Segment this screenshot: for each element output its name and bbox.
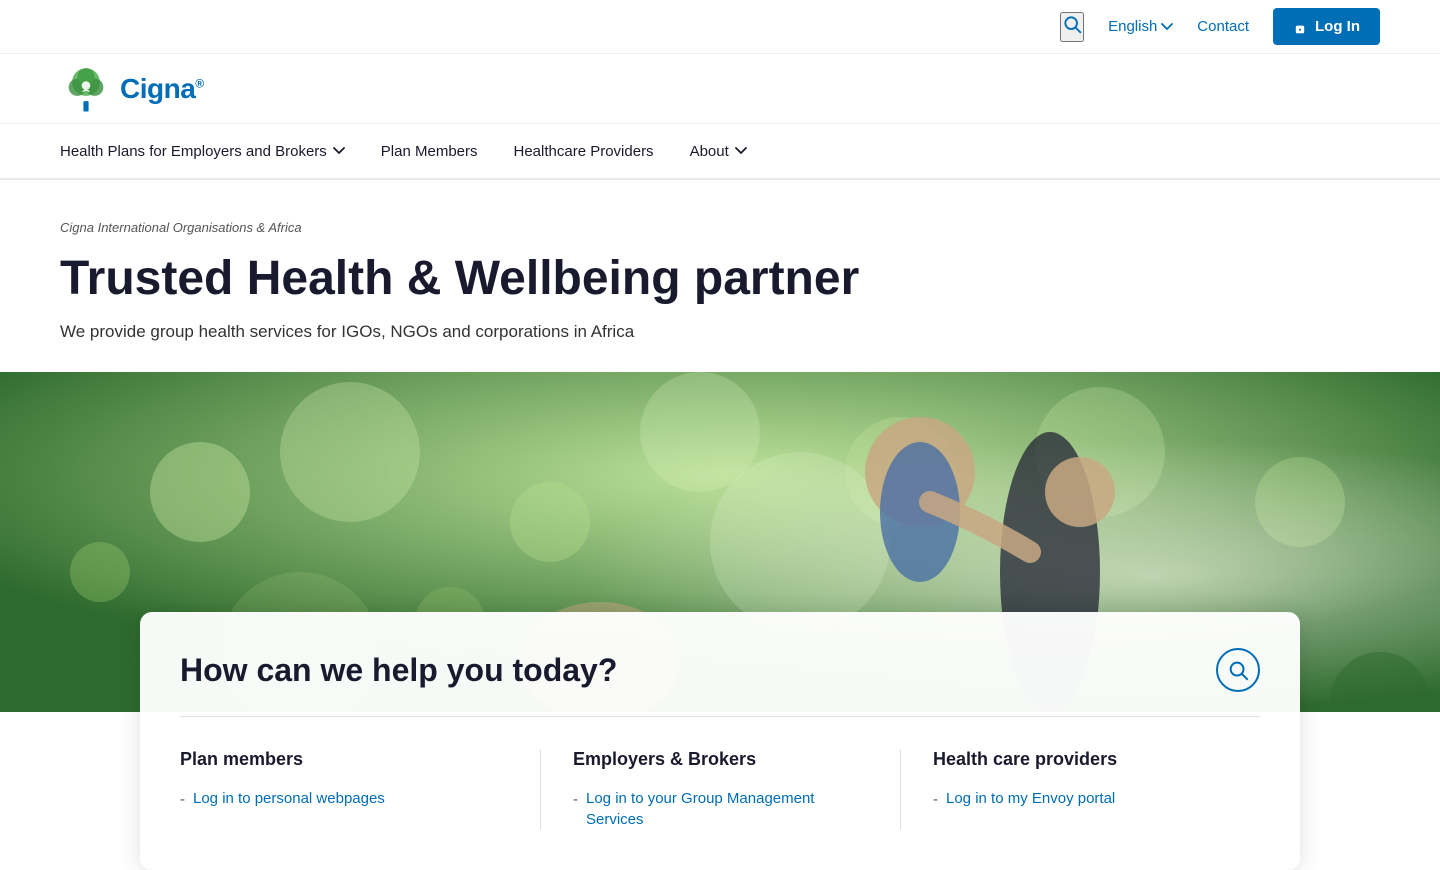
search-card-header: How can we help you today? xyxy=(180,648,1260,717)
cigna-logo-icon xyxy=(60,63,112,115)
search-card-icon-button[interactable] xyxy=(1216,648,1260,692)
breadcrumb: Cigna International Organisations & Afri… xyxy=(60,220,1380,235)
contact-link[interactable]: Contact xyxy=(1197,18,1249,35)
link-login-group-label: Log in to your Group Management Services xyxy=(586,788,868,830)
chevron-down-icon xyxy=(1161,23,1173,31)
search-button[interactable] xyxy=(1060,12,1084,42)
logo-text-area: Cigna® xyxy=(120,73,204,105)
logo-link[interactable]: Cigna® xyxy=(60,63,1380,115)
link-login-envoy-label: Log in to my Envoy portal xyxy=(946,788,1115,809)
site-header: Cigna® xyxy=(0,54,1440,124)
search-icon xyxy=(1227,659,1249,681)
login-label: Log In xyxy=(1315,18,1360,35)
nav-label-health-plans: Health Plans for Employers and Brokers xyxy=(60,143,327,160)
hero-text-section: Cigna International Organisations & Afri… xyxy=(0,180,1440,372)
nav-item-about[interactable]: About xyxy=(672,124,765,178)
help-cards-row: Plan members - Log in to personal webpag… xyxy=(180,749,1260,830)
link-login-personal-label: Log in to personal webpages xyxy=(193,788,385,809)
nav-item-plan-members[interactable]: Plan Members xyxy=(363,124,496,178)
card-plan-members-title: Plan members xyxy=(180,749,508,770)
search-card: How can we help you today? Plan members … xyxy=(140,612,1300,870)
card-employers-brokers-title: Employers & Brokers xyxy=(573,749,868,770)
chevron-down-icon xyxy=(735,147,747,155)
nav-label-plan-members: Plan Members xyxy=(381,143,478,160)
nav-label-healthcare-providers: Healthcare Providers xyxy=(514,143,654,160)
nav-item-healthcare-providers[interactable]: Healthcare Providers xyxy=(496,124,672,178)
lock-icon xyxy=(1293,20,1307,34)
nav-label-about: About xyxy=(690,143,729,160)
login-button[interactable]: Log In xyxy=(1273,8,1380,45)
chevron-down-icon xyxy=(333,147,345,155)
top-bar: English Contact Log In xyxy=(0,0,1440,54)
card-health-care-providers-title: Health care providers xyxy=(933,749,1228,770)
card-employers-brokers: Employers & Brokers - Log in to your Gro… xyxy=(540,749,900,830)
main-navigation: Health Plans for Employers and Brokers P… xyxy=(0,124,1440,180)
language-label: English xyxy=(1108,18,1157,35)
link-login-personal[interactable]: - Log in to personal webpages xyxy=(180,788,508,810)
language-button[interactable]: English xyxy=(1108,18,1173,35)
nav-item-health-plans[interactable]: Health Plans for Employers and Brokers xyxy=(60,124,363,178)
hero-subtitle: We provide group health services for IGO… xyxy=(60,322,1380,342)
hero-title: Trusted Health & Wellbeing partner xyxy=(60,251,1380,306)
brand-name: Cigna® xyxy=(120,73,204,104)
card-health-care-providers: Health care providers - Log in to my Env… xyxy=(900,749,1260,830)
search-card-title: How can we help you today? xyxy=(180,652,617,689)
link-login-group[interactable]: - Log in to your Group Management Servic… xyxy=(573,788,868,830)
link-login-envoy[interactable]: - Log in to my Envoy portal xyxy=(933,788,1228,810)
card-plan-members: Plan members - Log in to personal webpag… xyxy=(180,749,540,830)
